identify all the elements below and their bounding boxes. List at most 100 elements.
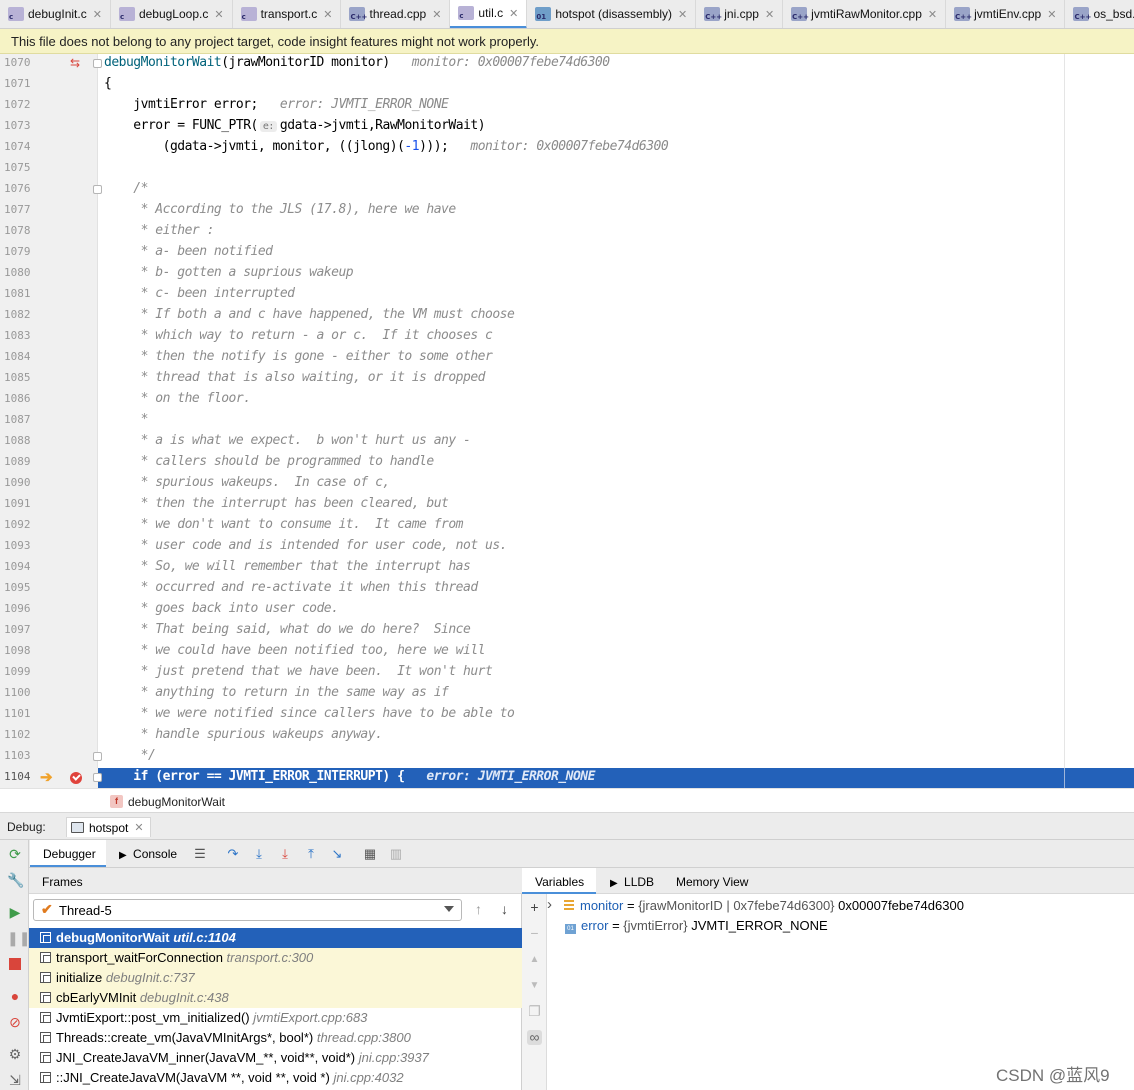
code-line[interactable]: 1092 * we don't want to consume it. It c… (0, 516, 1134, 537)
fold-marker-icon[interactable] (93, 59, 102, 68)
close-icon[interactable]: ✕ (214, 8, 223, 21)
frame-row[interactable]: cbEarlyVMInit debugInit.c:438 (29, 988, 522, 1008)
code-line[interactable]: 1075 (0, 159, 1134, 180)
step-into-icon[interactable]: ⤓ (251, 846, 267, 862)
breakpoint-icon[interactable] (70, 772, 82, 784)
arrow-down-icon[interactable]: ↓ (501, 901, 508, 917)
close-icon[interactable]: ✕ (1047, 8, 1056, 21)
code-line[interactable]: 1072 jvmtiError error; error: JVMTI_ERROR… (0, 96, 1134, 117)
frame-row-selected[interactable]: debugMonitorWait util.c:1104 (29, 928, 522, 948)
tab-jvmtienv-cpp[interactable]: C++ jvmtiEnv.cpp ✕ (946, 0, 1066, 28)
tab-debugloop-c[interactable]: c debugLoop.c ✕ (111, 0, 233, 28)
close-icon[interactable]: ✕ (432, 8, 441, 21)
close-icon[interactable]: ✕ (928, 8, 937, 21)
tab-thread-cpp[interactable]: C++ thread.cpp ✕ (341, 0, 451, 28)
code-line[interactable]: 1090 * spurious wakeups. In case of c, (0, 474, 1134, 495)
code-line[interactable]: 1071 { (0, 75, 1134, 96)
code-text[interactable]: /* (104, 181, 148, 196)
tab-variables[interactable]: Variables (522, 868, 597, 894)
code-text[interactable]: * (104, 412, 149, 427)
code-line[interactable]: 1095 * occurred and re-activate it when … (0, 579, 1134, 600)
run-to-cursor-icon[interactable]: ↘ (329, 846, 345, 862)
code-line[interactable]: 1076 /* (0, 180, 1134, 201)
code-text[interactable]: * just pretend that we have been. It won… (104, 664, 493, 679)
code-text[interactable]: * occurred and re-activate it when this … (104, 580, 479, 595)
close-icon[interactable]: ✕ (134, 821, 143, 834)
expand-arrow-icon[interactable]: › (547, 896, 552, 913)
thread-selector[interactable]: ✔ Thread-5 (33, 899, 462, 921)
code-line[interactable]: 1103 */ (0, 747, 1134, 768)
code-line[interactable]: 1081 * c- been interrupted (0, 285, 1134, 306)
tab-jni-cpp[interactable]: C++ jni.cpp ✕ (696, 0, 784, 28)
mute-breakpoints-icon[interactable]: ⊘ (7, 1014, 23, 1030)
tab-console[interactable]: ▶ Console (119, 840, 189, 867)
code-text[interactable]: * spurious wakeups. In case of c, (104, 475, 391, 490)
tab-jvmtirawmonitor-cpp[interactable]: C++ jvmtiRawMonitor.cpp ✕ (783, 0, 947, 28)
code-text[interactable]: debugMonitorWait(jrawMonitorID monitor) m… (104, 55, 610, 70)
rerun-icon[interactable]: ⟳ (7, 846, 23, 862)
move-down-icon[interactable]: ▼ (527, 978, 542, 993)
settings-gear-icon[interactable]: ⚙ (7, 1046, 23, 1062)
code-line[interactable]: 1079 * a- been notified (0, 243, 1134, 264)
copy-icon[interactable]: ❐ (527, 1004, 542, 1019)
pin-icon[interactable]: ⇲ (7, 1072, 23, 1088)
code-line[interactable]: 1097 * That being said, what do we do he… (0, 621, 1134, 642)
frame-row[interactable]: transport_waitForConnection transport.c:… (29, 948, 522, 968)
variable-row[interactable]: › monitor = {jrawMonitorID | 0x7febe74d63… (547, 896, 964, 918)
remove-watch-icon[interactable]: − (527, 926, 542, 941)
code-line[interactable]: 1093 * user code and is intended for use… (0, 537, 1134, 558)
close-icon[interactable]: ✕ (323, 8, 332, 21)
code-text[interactable]: * c- been interrupted (104, 286, 295, 301)
code-text[interactable]: (gdata->jvmti, monitor, ((jlong)(-1))); m… (104, 139, 669, 154)
code-line[interactable]: 1096 * goes back into user code. (0, 600, 1134, 621)
breadcrumb[interactable]: f debugMonitorWait (0, 788, 1134, 813)
code-text[interactable]: * If both a and c have happened, the VM … (104, 307, 515, 322)
tab-os-bsd-cpp[interactable]: C++os_bsd.cpp (1065, 0, 1134, 28)
code-text[interactable]: * callers should be programmed to handle (104, 454, 435, 469)
code-line[interactable]: 1082 * If both a and c have happened, th… (0, 306, 1134, 327)
code-line[interactable]: 1098 * we could have been notified too, … (0, 642, 1134, 663)
add-watch-icon[interactable]: + (527, 900, 542, 915)
tab-debugger[interactable]: Debugger (30, 840, 106, 867)
stop-icon[interactable] (7, 956, 23, 972)
code-line[interactable]: 1086 * on the floor. (0, 390, 1134, 411)
code-line[interactable]: 1085 * thread that is also waiting, or i… (0, 369, 1134, 390)
resume-icon[interactable]: ▶ (7, 904, 23, 920)
code-text[interactable]: * anything to return in the same way as … (104, 685, 449, 700)
tab-hotspot-disassembly-[interactable]: 01 hotspot (disassembly) ✕ (527, 0, 697, 28)
tab-debuginit-c[interactable]: c debugInit.c ✕ (0, 0, 111, 28)
tab-transport-c[interactable]: c transport.c ✕ (233, 0, 342, 28)
code-text[interactable]: * So, we will remember that the interrup… (104, 559, 471, 574)
tab-lldb[interactable]: ▶ LLDB (610, 868, 654, 894)
code-text[interactable]: * goes back into user code. (104, 601, 339, 616)
view-breakpoints-icon[interactable]: ● (7, 988, 23, 1004)
code-text[interactable]: * we were notified since callers have to… (104, 706, 515, 721)
code-line[interactable]: 1077 * According to the JLS (17.8), here… (0, 201, 1134, 222)
frame-row[interactable]: ::JNI_CreateJavaVM(JavaVM **, void **, v… (29, 1068, 522, 1088)
code-line[interactable]: 1101 * we were notified since callers ha… (0, 705, 1134, 726)
pause-icon[interactable]: ❚❚ (7, 930, 30, 946)
code-line[interactable]: 1091 * then the interrupt has been clear… (0, 495, 1134, 516)
code-text[interactable]: * According to the JLS (17.8), here we h… (104, 202, 457, 217)
variable-row[interactable]: 01 error = {jvmtiError} JVMTI_ERROR_NONE (554, 918, 828, 938)
close-icon[interactable]: ✕ (509, 7, 518, 20)
current-execution-line[interactable]: 1104 ➔ if (error == JVMTI_ERROR_INTERRUPT… (0, 768, 1134, 788)
code-text[interactable]: * on the floor. (104, 391, 251, 406)
arrow-up-icon[interactable]: ↑ (475, 901, 482, 917)
code-text[interactable]: * a is what we expect. b won't hurt us a… (104, 433, 471, 448)
code-text[interactable]: * That being said, what do we do here? S… (104, 622, 471, 637)
code-line[interactable]: 1073 error = FUNC_PTR(e: gdata->jvmti,Raw… (0, 117, 1134, 138)
code-text[interactable]: * then the notify is gone - either to so… (104, 349, 493, 364)
glasses-icon[interactable]: ∞ (527, 1030, 542, 1045)
code-line[interactable]: 1083 * which way to return - a or c. If … (0, 327, 1134, 348)
menu-lines-icon[interactable]: ☰ (192, 846, 208, 862)
fold-marker-icon[interactable] (93, 752, 102, 761)
code-text[interactable]: * we don't want to consume it. It came f… (104, 517, 464, 532)
code-text[interactable]: * we could have been notified too, here … (104, 643, 486, 658)
step-over-icon[interactable]: ↷ (225, 846, 241, 862)
code-text[interactable]: * either : (104, 223, 215, 238)
code-editor[interactable]: 1070 ⇆ debugMonitorWait(jrawMonitorID moni… (0, 54, 1134, 788)
code-text[interactable]: * then the interrupt has been cleared, b… (104, 496, 449, 511)
code-line[interactable]: 1080 * b- gotten a suprious wakeup (0, 264, 1134, 285)
fold-marker-icon[interactable] (93, 773, 102, 782)
